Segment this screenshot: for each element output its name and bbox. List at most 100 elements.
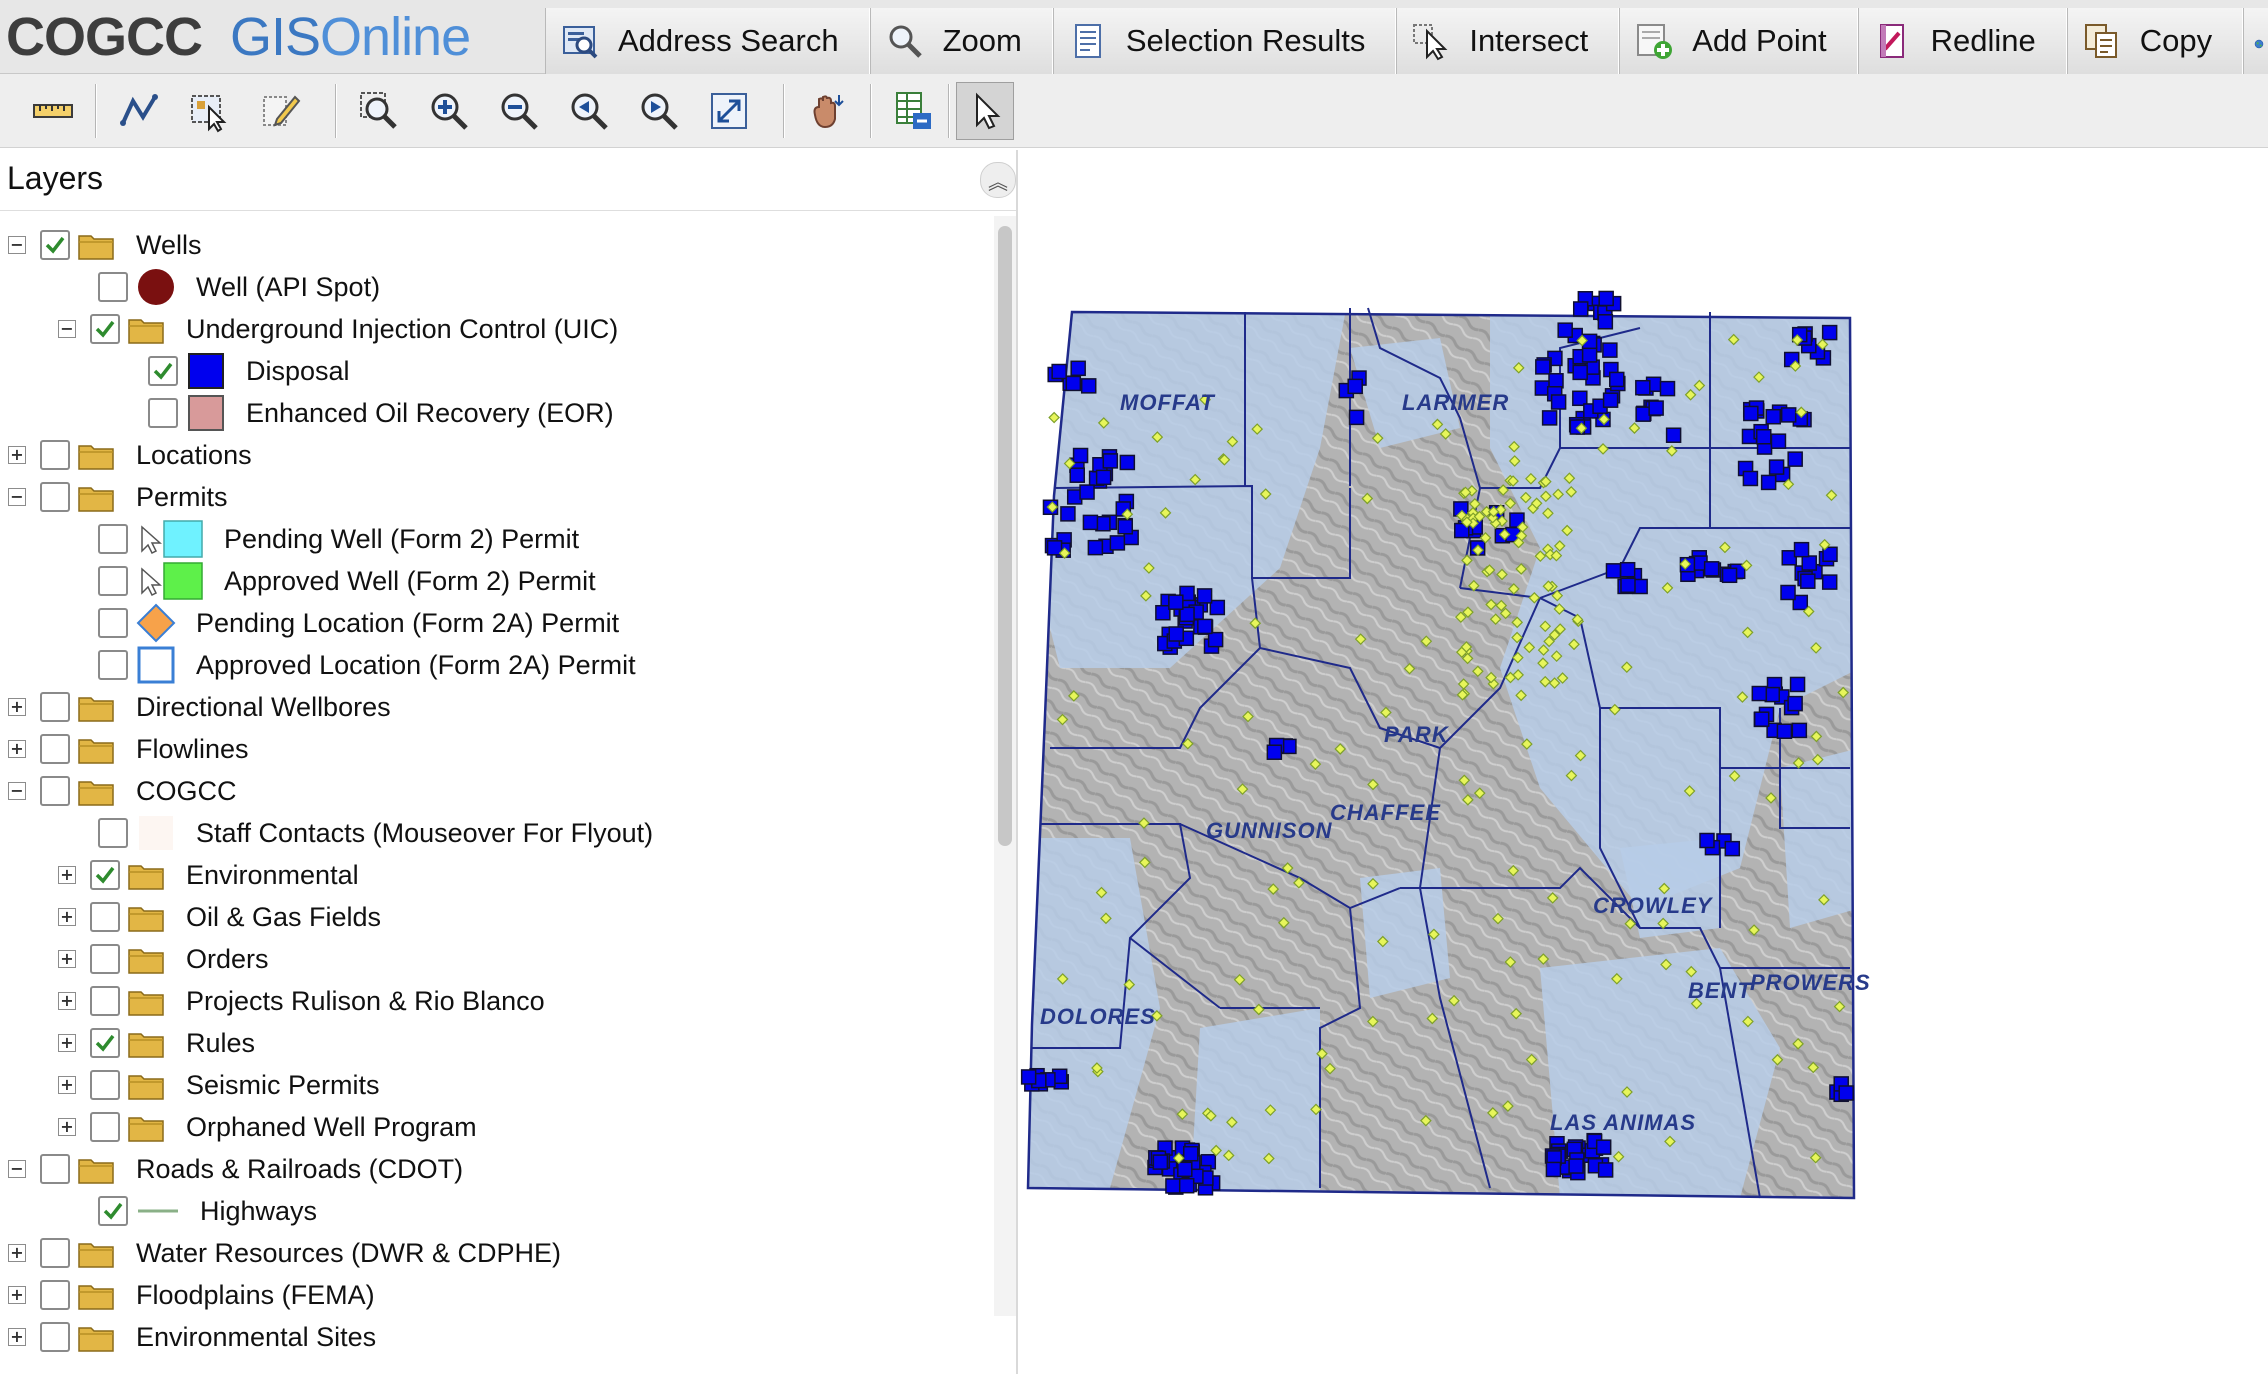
layer-checkbox[interactable] (98, 566, 128, 596)
expand-icon[interactable]: + (8, 698, 26, 716)
select-features-tool[interactable] (180, 82, 238, 140)
menu-copy[interactable]: Copy (2066, 8, 2244, 74)
map-view[interactable]: MOFFAT LARIMER PARK GUNNISON CHAFFEE CROWLEY B… (1020, 148, 2268, 1374)
layer-checkbox[interactable] (90, 986, 120, 1016)
layer-flowlines[interactable]: + Flowlines (8, 728, 249, 770)
layer-environmental[interactable]: + Environmental (58, 854, 359, 896)
expand-icon[interactable]: + (58, 1034, 76, 1052)
disposal-well-marker (1765, 408, 1781, 425)
layer-checkbox[interactable] (98, 650, 128, 680)
layer-orders[interactable]: + Orders (58, 938, 269, 980)
layer-checkbox[interactable] (90, 1112, 120, 1142)
layer-enhanced-oil-recovery-eor[interactable]: Enhanced Oil Recovery (EOR) (148, 392, 614, 434)
measure-ruler-tool[interactable] (24, 82, 82, 140)
layer-seismic-permits[interactable]: + Seismic Permits (58, 1064, 380, 1106)
menu-selection-results[interactable]: Selection Results (1052, 8, 1397, 74)
collapse-icon[interactable]: − (8, 1160, 26, 1178)
collapse-icon[interactable]: − (8, 488, 26, 506)
layer-checkbox[interactable] (40, 692, 70, 722)
layer-checkbox[interactable] (98, 524, 128, 554)
expand-icon[interactable]: + (58, 992, 76, 1010)
layer-checkbox[interactable] (40, 734, 70, 764)
expand-icon[interactable]: + (8, 1328, 26, 1346)
menu-redline[interactable]: Redline (1857, 8, 2067, 74)
pan-hand-tool[interactable] (798, 82, 856, 140)
menu-add-point[interactable]: Add Point (1619, 8, 1858, 74)
zoom-next-tool[interactable] (630, 82, 688, 140)
layer-checkbox[interactable] (148, 398, 178, 428)
layer-locations[interactable]: + Locations (8, 434, 252, 476)
layer-checkbox[interactable] (90, 944, 120, 974)
expand-icon[interactable]: + (8, 1244, 26, 1262)
layer-environmental-sites[interactable]: + Environmental Sites (8, 1316, 376, 1358)
layer-underground-injection-control-uic[interactable]: − Underground Injection Control (UIC) (58, 308, 618, 350)
layer-checkbox[interactable] (90, 1070, 120, 1100)
layer-checkbox[interactable] (90, 1028, 120, 1058)
layer-checkbox[interactable] (98, 818, 128, 848)
zoom-out-tool[interactable] (490, 82, 548, 140)
layer-highways[interactable]: Highways (98, 1190, 317, 1232)
zoom-previous-tool[interactable] (560, 82, 618, 140)
layer-wells[interactable]: − Wells (8, 224, 202, 266)
expand-icon[interactable]: + (8, 446, 26, 464)
expand-icon[interactable]: + (8, 740, 26, 758)
layer-approved-location-form-2a-permit[interactable]: Approved Location (Form 2A) Permit (98, 644, 636, 686)
layer-water-resources-dwr-cdphe[interactable]: + Water Resources (DWR & CDPHE) (8, 1232, 561, 1274)
zoom-box-tool[interactable] (350, 82, 408, 140)
collapse-icon[interactable]: − (8, 782, 26, 800)
draw-polyline-tool[interactable] (110, 82, 168, 140)
layer-roads-railroads-cdot[interactable]: − Roads & Railroads (CDOT) (8, 1148, 463, 1190)
edit-features-tool[interactable] (252, 82, 310, 140)
layer-checkbox[interactable] (98, 1196, 128, 1226)
colorado-map[interactable]: MOFFAT LARIMER PARK GUNNISONCHAFFEE CROWLEY B… (1020, 148, 2268, 1374)
menu-intersect[interactable]: Intersect (1396, 8, 1620, 74)
layer-pending-location-form-2a-permit[interactable]: Pending Location (Form 2A) Permit (98, 602, 619, 644)
menu-globe[interactable] (2243, 8, 2268, 74)
layer-projects-rulison-rio-blanco[interactable]: + Projects Rulison & Rio Blanco (58, 980, 545, 1022)
identify-table-tool[interactable] (884, 82, 942, 140)
menu-zoom[interactable]: Zoom (869, 8, 1053, 74)
layer-checkbox[interactable] (98, 608, 128, 638)
layer-checkbox[interactable] (40, 1154, 70, 1184)
layer-checkbox[interactable] (40, 482, 70, 512)
layer-cogcc[interactable]: − COGCC (8, 770, 237, 812)
layer-checkbox[interactable] (90, 860, 120, 890)
collapse-icon[interactable]: − (8, 236, 26, 254)
layer-checkbox[interactable] (40, 1238, 70, 1268)
layer-permits[interactable]: − Permits (8, 476, 228, 518)
layer-oil-gas-fields[interactable]: + Oil & Gas Fields (58, 896, 381, 938)
full-extent-tool[interactable] (700, 82, 758, 140)
layer-pending-well-form-2-permit[interactable]: Pending Well (Form 2) Permit (98, 518, 579, 560)
layer-checkbox[interactable] (90, 314, 120, 344)
expand-icon[interactable]: + (58, 908, 76, 926)
expand-icon[interactable]: + (58, 950, 76, 968)
expand-icon[interactable]: + (8, 1286, 26, 1304)
expand-icon[interactable]: + (58, 1118, 76, 1136)
layer-checkbox[interactable] (148, 356, 178, 386)
layer-checkbox[interactable] (90, 902, 120, 932)
layer-checkbox[interactable] (98, 272, 128, 302)
layer-checkbox[interactable] (40, 440, 70, 470)
layer-rules[interactable]: + Rules (58, 1022, 255, 1064)
layer-directional-wellbores[interactable]: + Directional Wellbores (8, 686, 391, 728)
layer-disposal[interactable]: Disposal (148, 350, 350, 392)
layer-checkbox[interactable] (40, 230, 70, 260)
layer-floodplains-fema[interactable]: + Floodplains (FEMA) (8, 1274, 375, 1316)
layers-panel: Layers ︽ − Wells Well (API Spot) − Undergrou… (0, 150, 1018, 1374)
layer-tree-scrollbar[interactable] (994, 216, 1016, 1316)
collapse-panel-button[interactable]: ︽ (980, 162, 1016, 198)
layer-checkbox[interactable] (40, 776, 70, 806)
pointer-arrow-tool[interactable] (956, 82, 1014, 140)
layer-approved-well-form-2-permit[interactable]: Approved Well (Form 2) Permit (98, 560, 596, 602)
layer-checkbox[interactable] (40, 1322, 70, 1352)
expand-icon[interactable]: + (58, 866, 76, 884)
expand-icon[interactable]: + (58, 1076, 76, 1094)
layer-well-api-spot[interactable]: Well (API Spot) (98, 266, 380, 308)
collapse-icon[interactable]: − (58, 320, 76, 338)
menu-address-search[interactable]: Address Search (545, 8, 870, 74)
zoom-in-tool[interactable] (420, 82, 478, 140)
layer-staff-contacts-mouseover-for-flyout[interactable]: Staff Contacts (Mouseover For Flyout) (98, 812, 653, 854)
scrollbar-thumb[interactable] (998, 226, 1012, 846)
layer-orphaned-well-program[interactable]: + Orphaned Well Program (58, 1106, 477, 1148)
layer-checkbox[interactable] (40, 1280, 70, 1310)
